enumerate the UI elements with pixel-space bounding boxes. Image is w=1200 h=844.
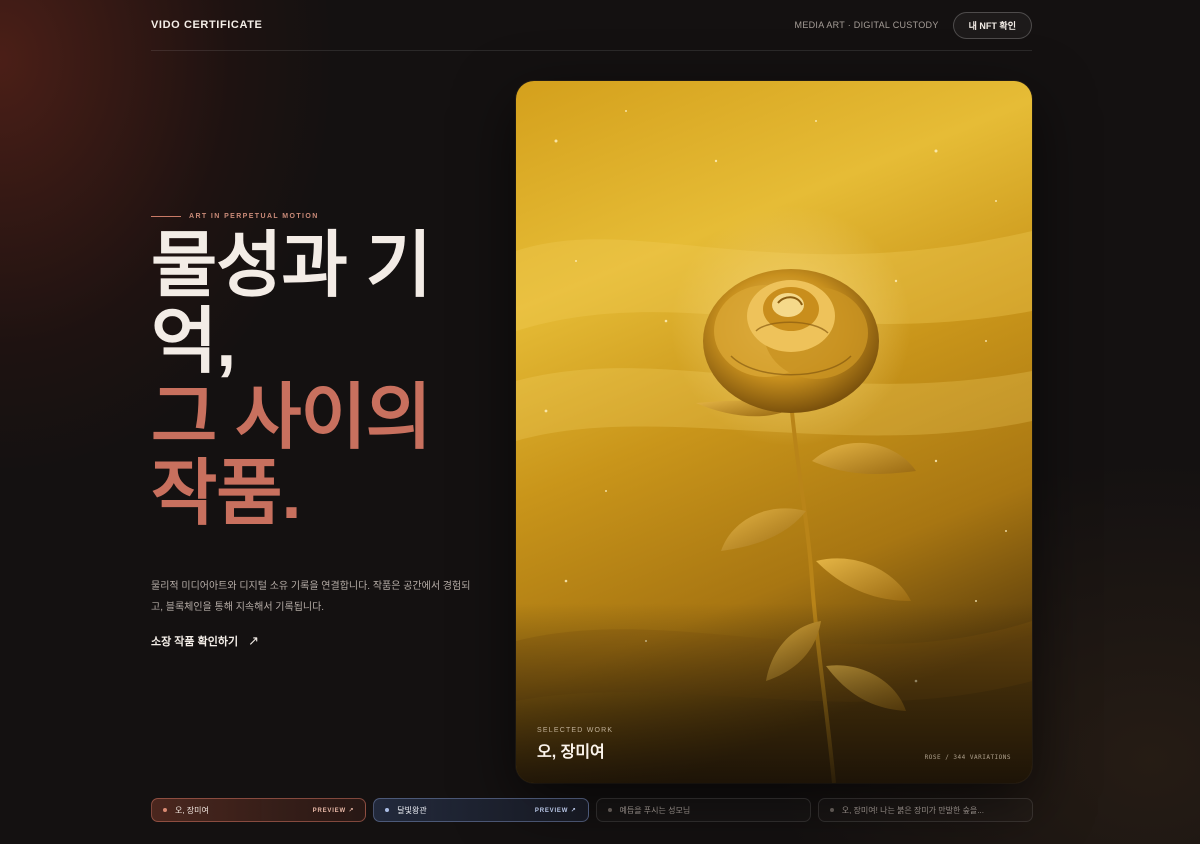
dot-icon — [829, 808, 834, 812]
hero-headline: 물성과 기억, 그 사이의 작품. — [151, 228, 471, 532]
work-tab-rose-forest[interactable]: 오, 장미여! 나는 붉은 장미가 만발한 숲을... — [817, 798, 1033, 822]
dot-icon — [607, 808, 612, 812]
featured-artwork-card[interactable]: SELECTED WORK 오, 장미여 ROSE / 344 VARIATIO… — [516, 81, 1032, 783]
my-nft-button[interactable]: 내 NFT 확인 — [952, 11, 1032, 39]
header-tagline: MEDIA ART · DIGITAL CUSTODY — [794, 20, 939, 30]
arrow-up-right-icon: ↗ — [248, 633, 259, 648]
card-eyebrow: SELECTED WORK — [537, 727, 614, 734]
work-tab-label: 오, 장미여! 나는 붉은 장미가 만발한 숲을... — [841, 805, 984, 815]
headline-line-2: 그 사이의 작품. — [151, 378, 432, 534]
preview-link[interactable]: PREVIEW ↗ — [313, 807, 355, 814]
card-title: 오, 장미여 — [537, 744, 605, 761]
site-header: VIDO CERTIFICATE MEDIA ART · DIGITAL CUS… — [151, 0, 1032, 51]
hero-eyebrow: ART IN PERPETUAL MOTION — [151, 213, 319, 220]
work-tabs: 오, 장미여 PREVIEW ↗ 달빛왕관 PREVIEW ↗ 예듭을 푸시는 … — [151, 798, 1033, 822]
work-tab-rose[interactable]: 오, 장미여 PREVIEW ↗ — [151, 798, 367, 822]
work-tab-moon-crown[interactable]: 달빛왕관 PREVIEW ↗ — [373, 798, 589, 822]
dot-icon — [163, 808, 167, 812]
site-logo[interactable]: VIDO CERTIFICATE — [151, 19, 262, 31]
hero-description: 물리적 미디어아트와 디지털 소유 기록을 연결합니다. 작품은 공간에서 경험… — [151, 581, 471, 613]
headline-line-1: 물성과 기억, — [151, 226, 432, 382]
header-right: MEDIA ART · DIGITAL CUSTODY 내 NFT 확인 — [794, 11, 1032, 39]
eyebrow-line — [151, 216, 181, 217]
dot-icon — [385, 808, 390, 812]
work-tab-madonna[interactable]: 예듭을 푸시는 성모님 — [595, 798, 811, 822]
preview-link[interactable]: PREVIEW ↗ — [535, 807, 577, 814]
eyebrow-text: ART IN PERPETUAL MOTION — [189, 213, 319, 220]
cta-label: 소장 작품 확인하기 — [151, 636, 239, 648]
view-collection-link[interactable]: 소장 작품 확인하기 ↗ — [151, 633, 259, 649]
work-tab-label: 달빛왕관 — [397, 805, 427, 815]
work-tab-label: 오, 장미여 — [175, 805, 209, 815]
work-tab-label: 예듭을 푸시는 성모님 — [619, 805, 691, 815]
card-meta: ROSE / 344 VARIATIONS — [924, 754, 1011, 761]
